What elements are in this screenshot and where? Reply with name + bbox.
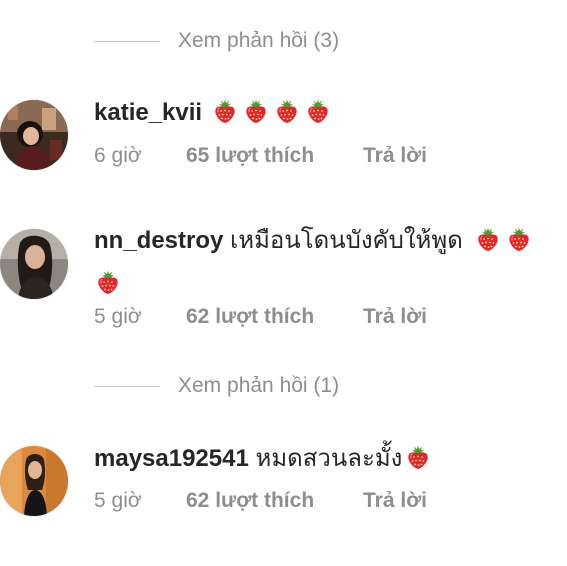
comment-time: 6 giờ [94,144,142,167]
username-link[interactable]: maysa192541 [94,445,249,472]
reply-button[interactable]: Trả lời [363,489,427,513]
comment-meta: 6 giờ 65 lượt thích Trả lời [94,144,427,168]
view-replies-label[interactable]: Xem phản hồi (1) [178,374,339,398]
avatar[interactable] [0,100,68,170]
avatar[interactable] [0,446,68,516]
likes-count-button[interactable]: 65 lượt thích [186,144,363,168]
strawberry-icon [306,98,330,124]
replies-divider [94,40,160,42]
likes-count-button[interactable]: 62 lượt thích [186,305,363,329]
comment-meta: 5 giờ 62 lượt thích Trả lời [94,489,427,513]
comment-time: 5 giờ [94,489,142,512]
view-replies-toggle-bottom[interactable]: Xem phản hồi (1) [94,370,339,402]
comment-time: 5 giờ [94,305,142,328]
username-link[interactable]: nn_destroy [94,227,223,254]
replies-divider [94,385,160,387]
strawberry-icon [507,226,531,252]
strawberry-icon [476,226,500,252]
comment-meta: 5 giờ 62 lượt thích Trả lời [94,305,427,329]
view-replies-toggle-top[interactable]: Xem phản hồi (3) [94,25,339,57]
comment-body: nn_destroy เหมือนโดนบังคับให้พูด [94,219,559,305]
likes-count-button[interactable]: 62 lượt thích [186,489,363,513]
strawberry-icon [275,98,299,124]
reply-button[interactable]: Trả lời [363,305,427,329]
strawberry-icon [96,269,120,295]
strawberry-icon [244,98,268,124]
reply-button[interactable]: Trả lời [363,144,427,168]
strawberry-icon [213,98,237,124]
view-replies-label[interactable]: Xem phản hồi (3) [178,29,339,53]
username-link[interactable]: katie_kvii [94,99,202,126]
comment-text: เหมือนโดนบังคับให้พูด [230,227,463,254]
comment-text: หมดสวนละมั้ง [255,445,403,472]
comment-body: maysa192541 หมดสวนละมั้ง [94,437,559,480]
strawberry-icon [406,444,430,470]
avatar[interactable] [0,229,68,299]
comment-body: katie_kvii [94,91,559,134]
